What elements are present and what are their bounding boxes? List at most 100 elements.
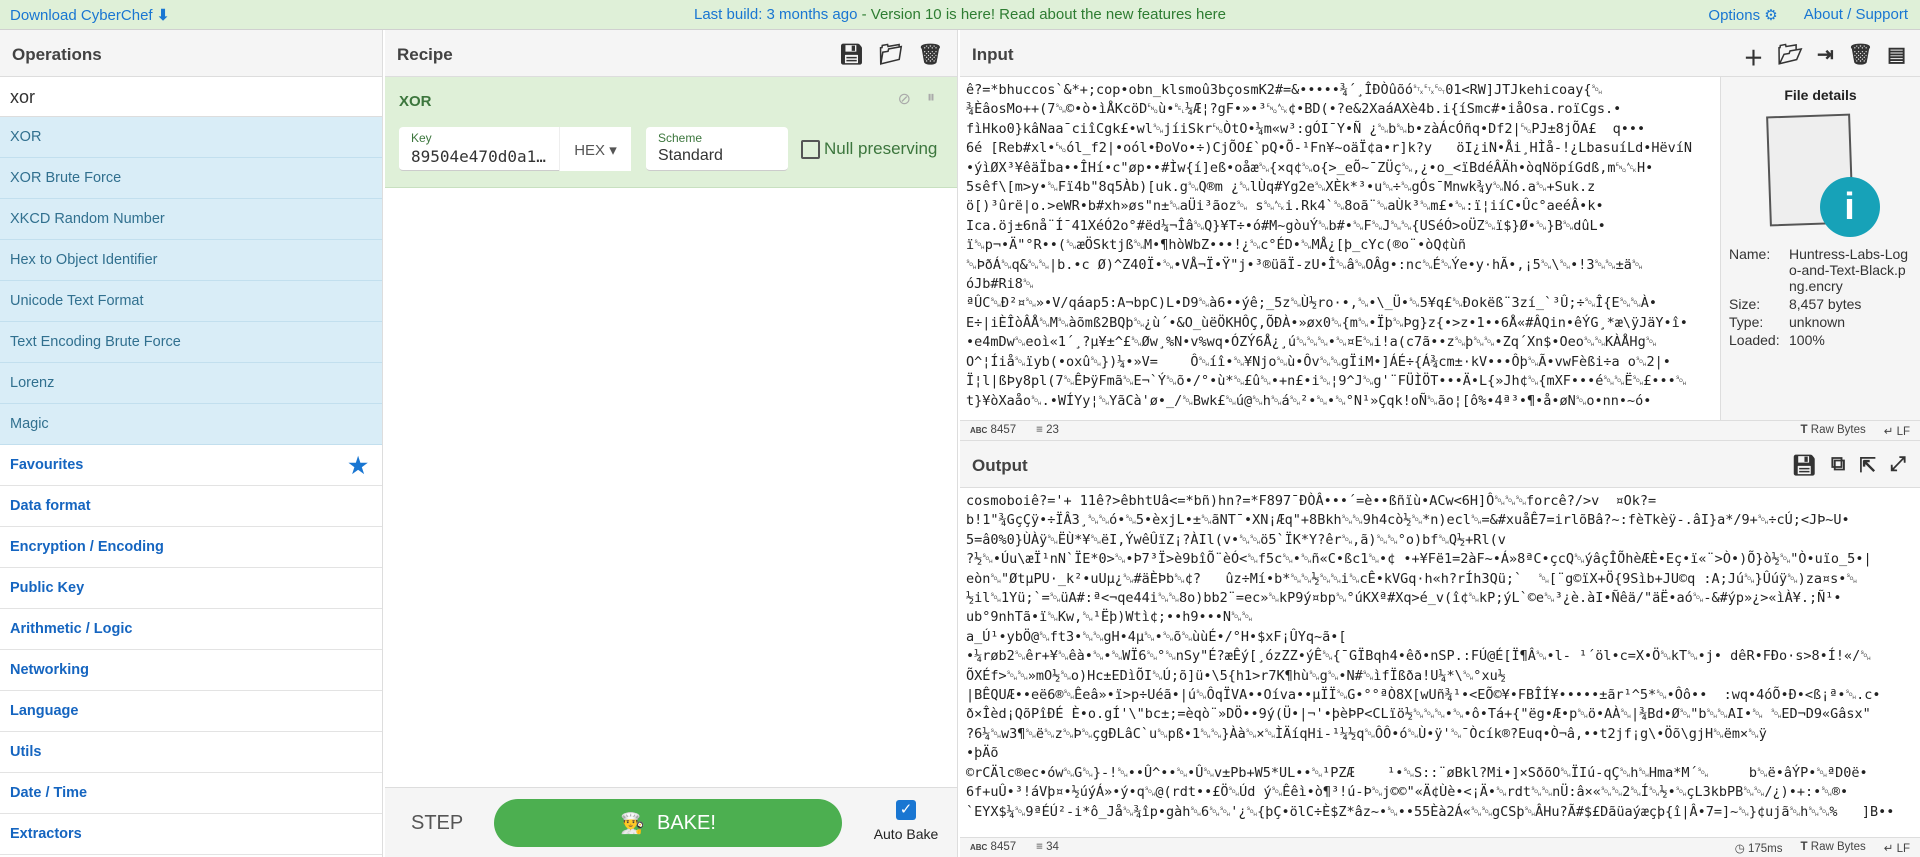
output-status-bar: ABC 8457 ≡ 34 ◷ 175ms T Raw Bytes ↵ LF (960, 837, 1920, 857)
category-networking[interactable]: Networking (0, 650, 382, 691)
text-line: ½il␁1Yü;`=␁üA#:ª<¬qe44i␁␁8o)bb2¨=ec»␁kP9… (966, 590, 1842, 607)
about-support-button[interactable]: About / Support (1804, 6, 1908, 24)
category-encryption-encoding[interactable]: Encryption / Encoding (0, 527, 382, 568)
text-line: Ica.öj±6nå¨Í¯41XéÓ2o°#ëd¼¬Îâ␁Q}¥T÷•ó#M~g… (966, 217, 1606, 234)
category-label: Arithmetic / Logic (10, 621, 133, 637)
output-eol-button[interactable]: ↵ LF (1884, 841, 1910, 855)
recipe-operation-xor[interactable]: XOR ⊘ ⏸︎ Key 89504e470d0a1… HEX ▾ Scheme … (385, 77, 957, 188)
key-input[interactable]: 89504e470d0a1… (399, 145, 559, 168)
output-encoding-button[interactable]: T Raw Bytes (1801, 841, 1866, 854)
output-title: Output (972, 456, 1028, 475)
checkbox[interactable] (801, 139, 820, 159)
file-type: unknown (1789, 314, 1846, 330)
key-format-dropdown[interactable]: HEX ▾ (559, 127, 631, 171)
input-status-bar: ABC 8457 ≡ 23 T Raw Bytes ↵ LF (960, 420, 1920, 440)
category-favourites[interactable]: Favourites ★ (0, 445, 382, 486)
text-line: ␁ÞðÁ␁q&␁␁|b.•c Ø)^Z40Ï•␁•VÅ¬Ï•Ÿ"j•³®üãÏ-… (966, 256, 1643, 273)
text-line: Ï¦l|ßÞy8pl(7␁ÊÞÿFmã␁E¬`Ý␁õ•/°•ù*␁£û␁•+n£… (966, 373, 1687, 390)
lines-icon: ≡ (1036, 424, 1043, 436)
pause-icon[interactable]: ⏸︎ (927, 89, 935, 109)
star-icon[interactable]: ★ (348, 453, 368, 479)
trash-icon[interactable]: 🗑︎ (1848, 42, 1873, 71)
operation-xor[interactable]: XOR (0, 117, 382, 158)
open-folder-icon[interactable]: 📂︎ (1778, 42, 1803, 71)
add-tab-icon[interactable]: ＋ (1744, 42, 1764, 71)
scheme-field[interactable]: Scheme Standard (646, 127, 788, 171)
text-line: •þÄõ (966, 745, 999, 762)
text-line: E÷|iÈÎòÂÅ␁M␁àõmß2BQþ␁¿ù´•&O_ùëÖKHÔÇ,ÕÐÀ•… (966, 314, 1688, 331)
category-label: Public Key (10, 580, 85, 596)
text-line: •¼røb2␁êr+¥␁êà•␁•␁WÏ6␁°␁nSy"É?æÊý[¸ózZZ•… (966, 648, 1871, 665)
category-extractors[interactable]: Extractors (0, 814, 382, 855)
options-button[interactable]: Options ⚙ (1708, 6, 1777, 24)
file-name: Huntress-Labs-Logo-and-Text-Black.png.en… (1789, 246, 1909, 294)
output-section: Output 💾︎ ⧉ ⇱ ⤢ cosmoboiê?='+ 11ê?>êbhtUâ<=… (960, 440, 1920, 857)
operation-xkcd-random-number[interactable]: XKCD Random Number (0, 199, 382, 240)
gear-icon: ⚙ (1764, 7, 1778, 24)
save-icon[interactable]: 💾︎ (1792, 453, 1817, 478)
category-date-time[interactable]: Date / Time (0, 773, 382, 814)
build-notice[interactable]: Last build: 3 months ago - Version 10 is… (0, 6, 1920, 23)
text-line: óJb#Ri8␁ (966, 276, 1034, 293)
checkbox-checked-icon[interactable]: ✓ (896, 800, 916, 820)
trash-icon[interactable]: 🗑︎ (918, 42, 943, 67)
output-text[interactable]: cosmoboiê?='+ 11ê?>êbhtUâ<=*bñ)hn?=*F897… (960, 488, 1920, 837)
folder-icon[interactable]: 📁︎ (878, 42, 903, 67)
text-line: ÕXÉf>␁␁»mO½␁o)Hc±EDìÕI␁Ú;õ]ü•\5{h1>r7K¶h… (966, 667, 1506, 684)
text-line: •e4mDw␁eoì«1´¸?µ¥±^£␁Øw¸%N•v%wq•ÓZÝ6Å¿¸ú… (966, 334, 1657, 351)
text-line: 6f+uÛ•³!áVþ¤•½úýÁ»•ý•q␁@(rdt••£Ö␁Úd ý␁Êê… (966, 784, 1849, 801)
bake-label: BAKE! (656, 811, 716, 834)
operation-magic[interactable]: Magic (0, 404, 382, 445)
text-line: •ýìØX³¥êäÏba••ÎHí•c"øp••#Ìw{í]eß•oåæ␁{×q… (966, 159, 1654, 176)
version-link[interactable]: - Version 10 is here! Read about the new… (857, 6, 1226, 23)
text-line: ©rCÄlc®ec•ów␁G␁}-!␁••Û^••␁•Û␁v±Pb+W5*UL•… (966, 764, 1868, 781)
category-arithmetic-logic[interactable]: Arithmetic / Logic (0, 609, 382, 650)
key-field[interactable]: Key 89504e470d0a1… HEX ▾ (399, 127, 631, 171)
null-preserving-checkbox[interactable]: Null preserving (801, 139, 937, 159)
input-encoding-button[interactable]: T Raw Bytes (1801, 424, 1866, 437)
auto-bake-checkbox[interactable]: ✓ Auto Bake (871, 800, 941, 842)
io-panel: Input ＋ 📂︎ ⇥ 🗑︎ ▤ ê?=*bhuccos`&*+;cop•obn_kl… (960, 30, 1920, 857)
bake-button[interactable]: 👨‍🍳 BAKE! (494, 799, 842, 847)
input-section: Input ＋ 📂︎ ⇥ 🗑︎ ▤ ê?=*bhuccos`&*+;cop•obn_kl… (960, 30, 1920, 440)
save-icon[interactable]: 💾︎ (839, 42, 864, 67)
maximise-icon[interactable]: ⤢ (1890, 453, 1906, 478)
file-details: File details i Name: Huntress-Labs-Logo-a… (1720, 77, 1920, 420)
layout-icon[interactable]: ▤ (1887, 42, 1906, 71)
text-line: a_Ú¹•ybÖ@␁ft3•␁␁gH•4µ␁•␁õ␁ùùÉ•/°H•$xF¡ÛY… (966, 628, 1347, 645)
text-line: 5=â0%0}ÙÀÿ␁ËÙ*¥␁ëI,ÝwêÛïZ¡?ÀIl(v•␁␁ö5`ÏK… (966, 531, 1506, 548)
operation-unicode-text-format[interactable]: Unicode Text Format (0, 281, 382, 322)
copy-icon[interactable]: ⧉ (1831, 453, 1845, 478)
abc-icon: ABC (970, 843, 988, 852)
auto-bake-label: Auto Bake (873, 826, 939, 842)
text-line: 6é [Reb#xl•␅ól_f2|•oól•ÐoVo•÷)CjÕO£`pQ•Õ… (966, 140, 1693, 157)
clock-icon: ◷ (1734, 843, 1745, 855)
text-line: eòn␁"ØtµPU·_k²•uUµ¿␁#äÈÞb␁¢? ûz÷Mí•b*␁␁½… (966, 570, 1858, 587)
recipe-panel: Recipe 💾︎ 📁︎ 🗑︎ XOR ⊘ ⏸︎ Key 89504e470d0a1…… (385, 30, 958, 857)
text-line: ö[)³ûrë|o.>eWR•b#xh»øs"n±␁aÜi³ãoz␁ s␁␆i.… (966, 198, 1604, 215)
category-utils[interactable]: Utils (0, 732, 382, 773)
scheme-select[interactable]: Standard (646, 145, 788, 167)
step-button[interactable]: STEP (411, 812, 463, 835)
operation-xor-brute-force[interactable]: XOR Brute Force (0, 158, 382, 199)
type-label: Type: (1729, 314, 1764, 330)
category-language[interactable]: Language (0, 691, 382, 732)
operation-text-encoding-brute-force[interactable]: Text Encoding Brute Force (0, 322, 382, 363)
text-icon: T (1800, 841, 1808, 853)
category-label: Extractors (10, 826, 82, 842)
operation-hex-to-object-identifier[interactable]: Hex to Object Identifier (0, 240, 382, 281)
open-file-icon[interactable]: ⇥ (1817, 42, 1834, 71)
category-label: Data format (10, 498, 91, 514)
file-details-title: File details (1784, 87, 1857, 103)
disable-icon[interactable]: ⊘ (898, 89, 911, 109)
operations-search-input[interactable]: xor (0, 77, 382, 117)
operation-lorenz[interactable]: Lorenz (0, 363, 382, 404)
category-data-format[interactable]: Data format (0, 486, 382, 527)
category-public-key[interactable]: Public Key (0, 568, 382, 609)
input-eol-button[interactable]: ↵ LF (1884, 424, 1910, 438)
replace-input-icon[interactable]: ⇱ (1859, 453, 1876, 478)
input-textarea[interactable]: ê?=*bhuccos`&*+;cop•obn_klsmoû3bçosmK2#=… (960, 77, 1720, 420)
text-line: ð×Îèd¡QõPîÐÉ È•o.gÍ'\"bc±;=èqò¨»DÖ••9ý(Ü… (966, 706, 1871, 723)
text-line: fìHko0}kâNaa¯ciîCgk£•wl␁jíiSkr␅ÒtO•¼m«w³… (966, 120, 1646, 137)
text-line: 5sêf\[m>y•␁Fï4b"8q5Àb)[uk.g␁Q®m ¿␁lÙq#Yg… (966, 179, 1596, 196)
